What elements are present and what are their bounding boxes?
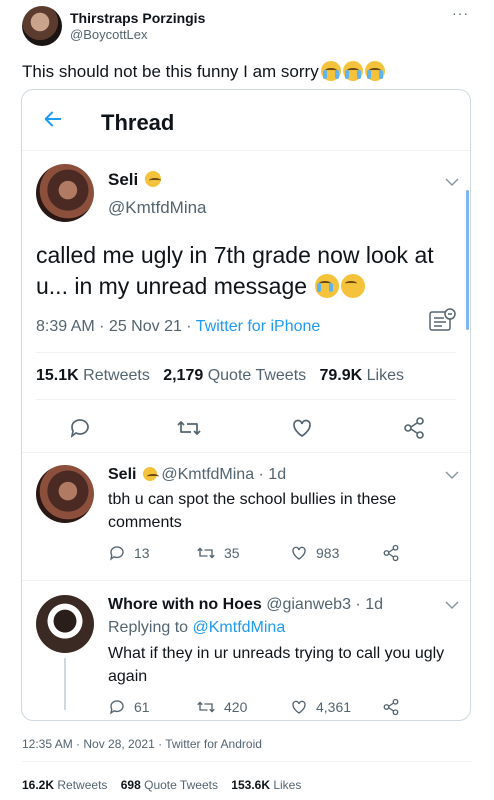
- author-handle[interactable]: @BoycottLex: [70, 27, 148, 42]
- thread-header: Thread: [22, 90, 470, 151]
- thread-title: Thread: [101, 110, 175, 135]
- likes-count[interactable]: 79.9K: [319, 367, 362, 384]
- reply-text: tbh u can spot the school bullies in the…: [108, 491, 397, 531]
- main-tweet-text-content: called me ugly in 7th grade now look at …: [36, 242, 434, 299]
- more-icon[interactable]: ···: [452, 6, 474, 20]
- retweets-count[interactable]: 15.1K: [36, 367, 79, 384]
- reply-text: What if they in ur unreads trying to cal…: [108, 645, 445, 685]
- main-tweet-stats: 15.1K Retweets 2,179 Quote Tweets 79.9K …: [36, 367, 404, 385]
- retweet-count: 35: [224, 545, 240, 561]
- divider: [36, 352, 456, 353]
- reply-header: Whore with no Hoes @gianweb3 · 1d: [108, 596, 383, 614]
- thread-line: [64, 658, 66, 710]
- share-icon[interactable]: [402, 416, 426, 440]
- main-tweet-meta: 8:39 AM · 25 Nov 21 · Twitter for iPhone: [36, 318, 320, 336]
- reply-action-bar: 13 35 983: [108, 544, 428, 564]
- reply-author-name[interactable]: Seli: [108, 466, 136, 483]
- main-author-handle[interactable]: @KmtfdMina: [108, 198, 207, 218]
- replying-to-handle[interactable]: @KmtfdMina: [193, 619, 286, 636]
- likes-count[interactable]: 153.6K: [231, 778, 270, 792]
- retweets-label[interactable]: Retweets: [57, 778, 107, 792]
- tweet-stats: 16.2K Retweets 698 Quote Tweets 153.6K L…: [22, 778, 301, 792]
- reply-count: 13: [134, 545, 150, 561]
- crying-emoji-icon: [342, 61, 363, 81]
- reply-icon: [109, 546, 124, 561]
- quotes-count[interactable]: 2,179: [163, 367, 203, 384]
- main-action-bar: [22, 416, 470, 440]
- reply-author-handle[interactable]: @KmtfdMina · 1d: [161, 466, 286, 483]
- scrollbar[interactable]: [466, 190, 469, 330]
- share-button[interactable]: [382, 544, 400, 562]
- avatar[interactable]: [36, 465, 94, 523]
- hand-emoji-icon: [144, 171, 161, 187]
- like-button[interactable]: 983: [290, 544, 339, 562]
- embedded-screenshot[interactable]: Thread Seli @KmtfdMina called me ugly in…: [21, 89, 471, 721]
- avatar[interactable]: [36, 595, 94, 653]
- crying-emoji-icon: [364, 61, 385, 81]
- share-icon: [383, 698, 399, 716]
- reply-button[interactable]: 13: [108, 544, 150, 562]
- reply-count: 61: [134, 699, 150, 715]
- main-tweet-time[interactable]: 8:39 AM · 25 Nov 21 ·: [36, 318, 196, 335]
- chevron-down-icon[interactable]: [445, 601, 459, 610]
- view-analytics-icon[interactable]: [428, 308, 456, 334]
- quotes-count[interactable]: 698: [121, 778, 141, 792]
- hand-emoji-icon: [142, 467, 159, 481]
- chevron-down-icon[interactable]: [445, 471, 459, 480]
- crying-emoji-icon: [320, 61, 341, 81]
- reply-author-handle[interactable]: @gianweb3 · 1d: [266, 596, 383, 613]
- tweet-timestamp[interactable]: 12:35 AM · Nov 28, 2021 · Twitter for An…: [22, 737, 262, 751]
- avatar[interactable]: [22, 6, 62, 46]
- crying-emoji-icon: [315, 274, 340, 298]
- divider: [22, 761, 472, 762]
- divider: [36, 399, 456, 400]
- retweet-icon[interactable]: [176, 416, 202, 440]
- reply-icon: [109, 700, 124, 715]
- retweet-icon: [197, 547, 215, 559]
- retweet-button[interactable]: 420: [196, 698, 247, 716]
- retweets-count[interactable]: 16.2K: [22, 778, 54, 792]
- back-arrow-icon[interactable]: [42, 108, 64, 130]
- avatar[interactable]: [36, 164, 94, 222]
- like-icon: [292, 700, 306, 714]
- divider: [22, 580, 470, 581]
- chevron-down-icon[interactable]: [445, 178, 459, 187]
- retweet-button[interactable]: 35: [196, 544, 240, 562]
- replying-to: Replying to @KmtfdMina: [108, 619, 285, 637]
- retweet-count: 420: [224, 699, 248, 715]
- quotes-label[interactable]: Quote Tweets: [144, 778, 218, 792]
- main-tweet-text: called me ugly in 7th grade now look at …: [36, 240, 456, 302]
- likes-label[interactable]: Likes: [273, 778, 301, 792]
- main-tweet-source[interactable]: Twitter for iPhone: [196, 318, 321, 335]
- replying-to-prefix: Replying to: [108, 619, 193, 636]
- retweets-label[interactable]: Retweets: [83, 367, 150, 384]
- like-count: 983: [316, 545, 340, 561]
- retweet-icon: [197, 701, 215, 713]
- divider: [22, 452, 470, 453]
- reply-action-bar: 61 420 4,361: [108, 698, 428, 718]
- main-author-name-text: Seli: [108, 170, 139, 189]
- quotes-label[interactable]: Quote Tweets: [208, 367, 306, 384]
- tweet-text-content: This should not be this funny I am sorry: [22, 62, 319, 81]
- author-name[interactable]: Thirstraps Porzingis: [70, 10, 205, 26]
- reply-button[interactable]: 61: [108, 698, 150, 716]
- tweet-text: This should not be this funny I am sorry: [22, 61, 385, 82]
- like-button[interactable]: 4,361: [290, 698, 351, 716]
- tweet-card: Thirstraps Porzingis @BoycottLex ··· Thi…: [0, 0, 494, 800]
- likes-label[interactable]: Likes: [367, 367, 404, 384]
- main-author-name[interactable]: Seli: [108, 170, 161, 190]
- laughing-emoji-icon: [341, 274, 366, 298]
- reply-header: Seli @KmtfdMina · 1d: [108, 466, 286, 484]
- like-icon[interactable]: [290, 416, 314, 440]
- like-icon: [292, 546, 306, 560]
- share-icon: [383, 544, 399, 562]
- share-button[interactable]: [382, 698, 400, 716]
- reply-author-name[interactable]: Whore with no Hoes: [108, 596, 262, 613]
- like-count: 4,361: [316, 699, 352, 715]
- reply-icon[interactable]: [68, 416, 92, 440]
